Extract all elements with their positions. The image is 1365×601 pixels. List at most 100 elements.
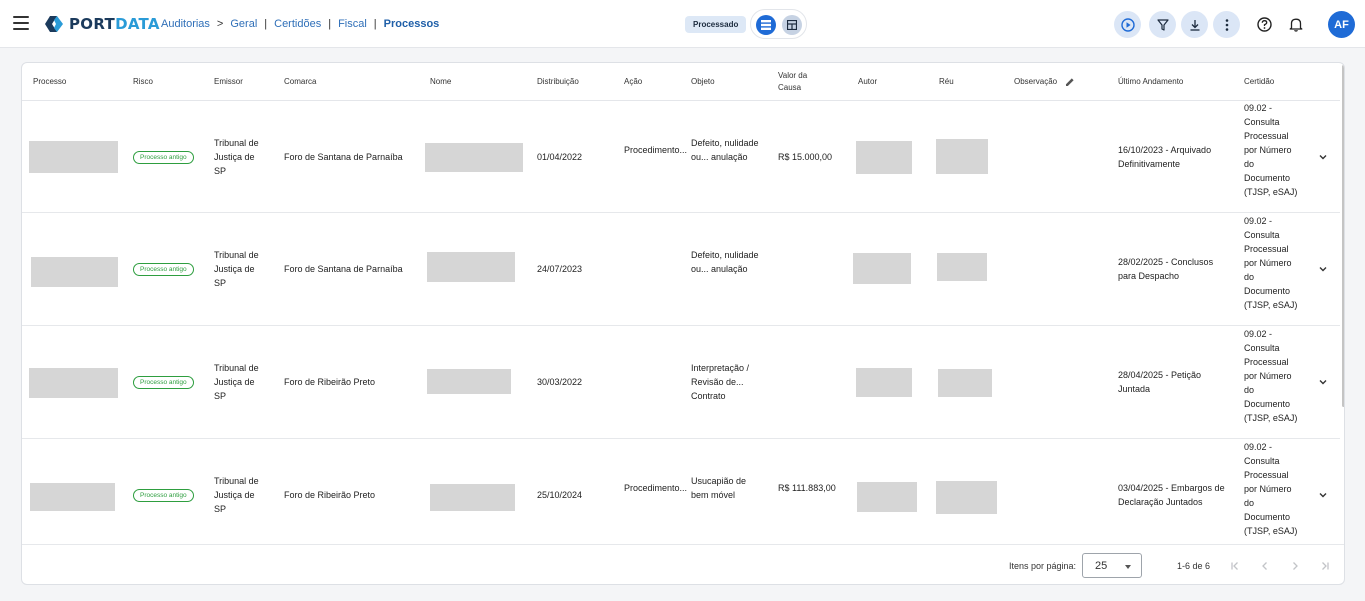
reu-redacted bbox=[938, 369, 992, 397]
risk-badge: Processo antigo bbox=[133, 489, 194, 502]
chevron-down-icon[interactable] bbox=[1318, 490, 1328, 500]
processo-redacted bbox=[29, 368, 118, 398]
first-page-button[interactable] bbox=[1226, 557, 1244, 575]
ultimo-andamento-cell: 28/02/2025 - Conclusos para Despacho bbox=[1118, 257, 1214, 281]
acao-cell: Procedimento... bbox=[624, 483, 688, 493]
logo[interactable]: PORTDATA bbox=[44, 14, 160, 34]
grid-view-icon bbox=[787, 20, 797, 30]
ultimo-andamento-cell: 28/04/2025 - Petição Juntada bbox=[1118, 370, 1202, 394]
chevron-left-icon bbox=[1262, 562, 1267, 570]
certidao-cell: 09.02 - Consulta Processual por Número d… bbox=[1244, 103, 1298, 197]
ultimo-andamento-cell: 03/04/2025 - Embargos de Declaração Junt… bbox=[1118, 483, 1225, 507]
table-row[interactable]: Processo antigo Tribunal de Justiça de S… bbox=[22, 214, 1340, 326]
filter-button[interactable] bbox=[1149, 11, 1176, 38]
breadcrumb-separator: | bbox=[373, 18, 377, 30]
col-header-comarca[interactable]: Comarca bbox=[284, 63, 364, 101]
emissor-cell: Tribunal de Justiça de SP bbox=[214, 363, 259, 401]
comarca-cell: Foro de Ribeirão Preto bbox=[284, 377, 376, 387]
list-view-icon bbox=[761, 20, 771, 30]
avatar[interactable]: AF bbox=[1328, 11, 1355, 38]
col-header-acao[interactable]: Ação bbox=[624, 63, 674, 101]
col-header-certidao[interactable]: Certidão bbox=[1244, 63, 1304, 101]
menu-icon[interactable] bbox=[13, 16, 29, 30]
logo-mark-icon bbox=[45, 16, 63, 32]
breadcrumb-fiscal[interactable]: Fiscal bbox=[338, 18, 367, 30]
top-bar: PORTDATA Auditorias > Geral | Certidões … bbox=[0, 0, 1365, 48]
autor-redacted bbox=[857, 482, 917, 512]
vertical-scrollbar[interactable] bbox=[1342, 65, 1344, 407]
objeto-cell: Defeito, nulidade ou... anulação bbox=[691, 138, 759, 162]
distribuicao-cell: 24/07/2023 bbox=[537, 264, 583, 274]
more-vert-icon bbox=[1225, 18, 1228, 31]
next-page-button[interactable] bbox=[1286, 557, 1304, 575]
distribuicao-cell: 25/10/2024 bbox=[537, 490, 583, 500]
reu-redacted bbox=[936, 139, 988, 174]
view-toggle bbox=[750, 9, 807, 39]
table-row[interactable]: Processo antigo Tribunal de Justiça de S… bbox=[22, 327, 1340, 439]
items-per-page-select[interactable]: 25 bbox=[1082, 553, 1142, 578]
col-header-autor[interactable]: Autor bbox=[858, 63, 918, 101]
risk-badge: Processo antigo bbox=[133, 151, 194, 164]
comarca-cell: Foro de Santana de Parnaíba bbox=[284, 264, 403, 274]
edit-pencil-icon[interactable] bbox=[1065, 77, 1075, 87]
nome-redacted bbox=[427, 252, 515, 282]
list-view-button[interactable] bbox=[756, 15, 776, 35]
emissor-cell: Tribunal de Justiça de SP bbox=[214, 476, 259, 514]
col-header-risco[interactable]: Risco bbox=[133, 63, 193, 101]
run-button[interactable] bbox=[1114, 11, 1141, 38]
col-header-valor-da-causa[interactable]: Valor da Causa bbox=[778, 63, 820, 101]
processes-table-card: Processo Risco Emissor Comarca Nome Dist… bbox=[21, 62, 1345, 585]
chevron-right-icon bbox=[1293, 562, 1298, 570]
last-page-button[interactable] bbox=[1316, 557, 1334, 575]
more-options-button[interactable] bbox=[1213, 11, 1240, 38]
emissor-cell: Tribunal de Justiça de SP bbox=[214, 138, 259, 176]
autor-redacted bbox=[856, 368, 912, 397]
risk-badge: Processo antigo bbox=[133, 263, 194, 276]
col-header-nome[interactable]: Nome bbox=[430, 63, 510, 101]
reu-redacted bbox=[936, 481, 997, 514]
play-icon bbox=[1120, 17, 1135, 32]
processo-redacted bbox=[29, 141, 118, 173]
download-icon bbox=[1190, 19, 1199, 31]
col-header-processo[interactable]: Processo bbox=[33, 63, 113, 101]
autor-redacted bbox=[856, 141, 912, 174]
grid-view-button[interactable] bbox=[782, 15, 802, 35]
table-row[interactable]: Processo antigo Tribunal de Justiça de S… bbox=[22, 440, 1340, 544]
col-header-distribuicao[interactable]: Distribuição bbox=[537, 63, 617, 101]
certidao-cell: 09.02 - Consulta Processual por Número d… bbox=[1244, 216, 1298, 310]
comarca-cell: Foro de Santana de Parnaíba bbox=[284, 152, 403, 162]
chevron-down-icon[interactable] bbox=[1318, 264, 1328, 274]
col-header-ultimo-andamento[interactable]: Último Andamento bbox=[1118, 63, 1218, 101]
chevron-down-icon[interactable] bbox=[1318, 377, 1328, 387]
distribuicao-cell: 30/03/2022 bbox=[537, 377, 583, 387]
last-page-icon bbox=[1322, 562, 1329, 570]
table-row[interactable]: Processo antigo Tribunal de Justiça de S… bbox=[22, 101, 1340, 213]
breadcrumb-separator: > bbox=[216, 18, 224, 30]
page-range-label: 1-6 de 6 bbox=[1177, 561, 1211, 571]
objeto-cell: Usucapião de bem móvel bbox=[691, 476, 747, 500]
download-button[interactable] bbox=[1181, 11, 1208, 38]
acao-cell: Procedimento... bbox=[624, 145, 688, 155]
processo-redacted bbox=[31, 257, 118, 287]
breadcrumb-processos: Processos bbox=[383, 18, 440, 30]
help-icon bbox=[1256, 16, 1272, 32]
breadcrumb-separator: | bbox=[328, 18, 332, 30]
breadcrumb: Auditorias > Geral | Certidões | Fiscal … bbox=[161, 18, 439, 30]
breadcrumb-geral[interactable]: Geral bbox=[230, 18, 257, 30]
notifications-button[interactable] bbox=[1286, 14, 1306, 34]
certidao-cell: 09.02 - Consulta Processual por Número d… bbox=[1244, 442, 1298, 536]
valor-cell: R$ 15.000,00 bbox=[778, 152, 833, 162]
chevron-down-icon[interactable] bbox=[1318, 152, 1328, 162]
col-header-reu[interactable]: Réu bbox=[939, 63, 999, 101]
col-header-observacao[interactable]: Observação bbox=[1014, 63, 1066, 101]
help-button[interactable] bbox=[1254, 14, 1274, 34]
risk-badge: Processo antigo bbox=[133, 376, 194, 389]
ultimo-andamento-cell: 16/10/2023 - Arquivado Definitivamente bbox=[1118, 145, 1212, 169]
breadcrumb-certidoes[interactable]: Certidões bbox=[274, 18, 321, 30]
breadcrumb-auditorias[interactable]: Auditorias bbox=[161, 18, 210, 30]
first-page-icon bbox=[1231, 562, 1238, 570]
col-header-objeto[interactable]: Objeto bbox=[691, 63, 751, 101]
objeto-cell: Interpretação / Revisão de... Contrato bbox=[691, 363, 750, 401]
previous-page-button[interactable] bbox=[1256, 557, 1274, 575]
col-header-emissor[interactable]: Emissor bbox=[214, 63, 274, 101]
